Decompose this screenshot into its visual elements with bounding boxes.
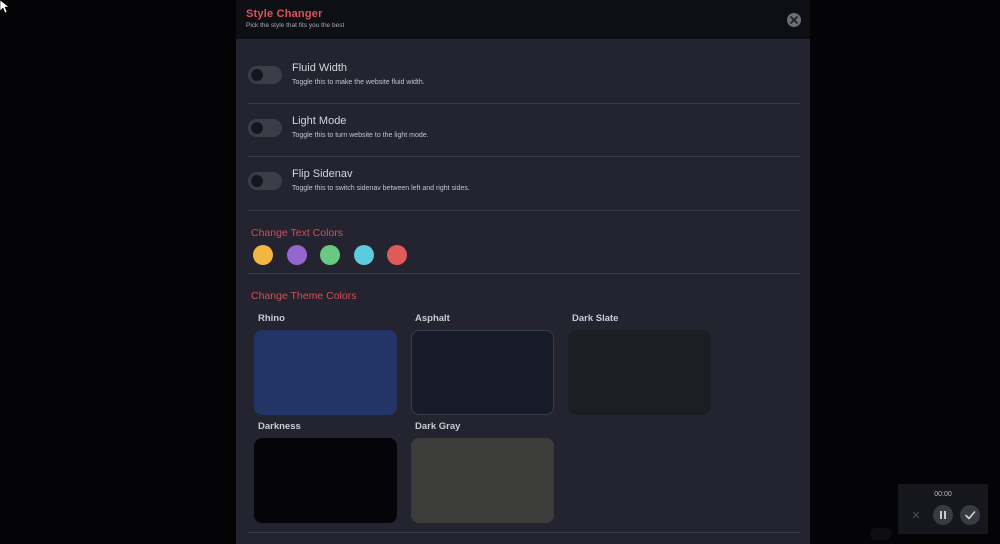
recording-time: 00:00 bbox=[934, 491, 952, 498]
option-flip-sidenav: Flip Sidenav Toggle this to switch siden… bbox=[248, 157, 800, 210]
close-icon bbox=[790, 16, 798, 24]
cancel-recording-button[interactable] bbox=[906, 505, 926, 525]
theme-name-dark-slate: Dark Slate bbox=[572, 313, 619, 324]
pause-icon bbox=[940, 511, 946, 519]
pause-recording-button[interactable] bbox=[933, 505, 953, 525]
theme-tile-rhino[interactable] bbox=[254, 330, 397, 415]
option-description: Toggle this to switch sidenav between le… bbox=[292, 185, 470, 192]
theme-name-rhino: Rhino bbox=[258, 313, 285, 324]
option-label: Flip Sidenav bbox=[292, 168, 353, 180]
panel-subtitle: Pick the style that fits you the best bbox=[246, 22, 345, 29]
divider bbox=[248, 532, 800, 533]
theme-name-darkness: Darkness bbox=[258, 421, 301, 432]
theme-tile-asphalt[interactable] bbox=[411, 330, 554, 415]
option-description: Toggle this to turn website to the light… bbox=[292, 132, 429, 139]
mouse-cursor-icon bbox=[0, 0, 10, 14]
confirm-recording-button[interactable] bbox=[960, 505, 980, 525]
text-color-swatch-red[interactable] bbox=[387, 245, 407, 265]
option-fluid-width: Fluid Width Toggle this to make the webs… bbox=[248, 51, 800, 104]
screen-recorder-widget: 00:00 bbox=[898, 484, 988, 534]
background-element bbox=[870, 528, 892, 540]
text-color-swatch-purple[interactable] bbox=[287, 245, 307, 265]
divider bbox=[248, 273, 800, 274]
theme-name-dark-gray: Dark Gray bbox=[415, 421, 461, 432]
theme-tile-dark-gray[interactable] bbox=[411, 438, 554, 523]
option-description: Toggle this to make the website fluid wi… bbox=[292, 79, 425, 86]
panel-header: Style Changer Pick the style that fits y… bbox=[236, 0, 810, 39]
check-icon bbox=[965, 511, 976, 520]
text-color-swatch-cyan[interactable] bbox=[354, 245, 374, 265]
text-color-swatch-yellow[interactable] bbox=[253, 245, 273, 265]
light-mode-toggle[interactable] bbox=[248, 119, 282, 137]
theme-colors-title: Change Theme Colors bbox=[251, 290, 357, 302]
theme-tile-darkness[interactable] bbox=[254, 438, 397, 523]
option-label: Light Mode bbox=[292, 115, 347, 127]
text-colors-title: Change Text Colors bbox=[251, 227, 344, 239]
divider bbox=[248, 210, 800, 211]
toggle-knob bbox=[251, 69, 263, 81]
toggle-knob bbox=[251, 122, 263, 134]
theme-name-asphalt: Asphalt bbox=[415, 313, 450, 324]
flip-sidenav-toggle[interactable] bbox=[248, 172, 282, 190]
close-icon bbox=[912, 511, 920, 519]
option-label: Fluid Width bbox=[292, 62, 348, 74]
close-button[interactable] bbox=[787, 13, 801, 27]
text-color-swatch-green[interactable] bbox=[320, 245, 340, 265]
panel-title: Style Changer bbox=[246, 8, 323, 20]
style-changer-panel: Style Changer Pick the style that fits y… bbox=[236, 0, 810, 544]
toggle-knob bbox=[251, 175, 263, 187]
option-light-mode: Light Mode Toggle this to turn website t… bbox=[248, 104, 800, 157]
theme-tile-dark-slate[interactable] bbox=[568, 330, 711, 415]
fluid-width-toggle[interactable] bbox=[248, 66, 282, 84]
